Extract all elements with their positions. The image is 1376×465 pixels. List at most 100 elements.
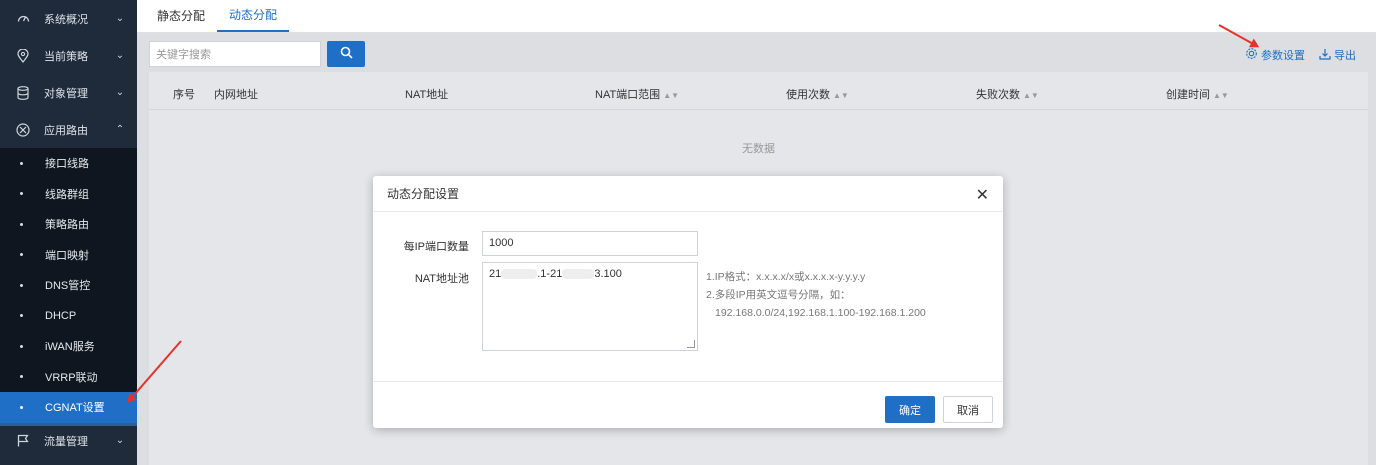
search-input[interactable]: 关键字搜索 (149, 41, 321, 67)
bullet-icon (20, 161, 23, 165)
column-header-label: 使用次数 (786, 89, 830, 101)
dynamic-allocation-dialog: 动态分配设置 ✕ 每IP端口数量 1000 NAT地址池 21 .1-21 3.10… (373, 176, 1003, 428)
route-icon (15, 122, 31, 138)
sidebar-group-label: 应用路由 (44, 124, 88, 137)
sidebar-group-traffic[interactable]: 流量管理 ⌄ (0, 426, 137, 456)
search-placeholder: 关键字搜索 (156, 49, 211, 61)
column-header-label: 创建时间 (1166, 89, 1210, 101)
sidebar-group-label: 系统概况 (44, 13, 88, 26)
params-settings-label: 参数设置 (1261, 50, 1305, 62)
sidebar-item-label: DHCP (45, 309, 77, 322)
column-header-index: 序号 (173, 89, 195, 101)
nat-pool-value-part: 21 (489, 268, 502, 280)
port-count-value: 1000 (489, 237, 514, 249)
tab-bar: 静态分配 动态分配 (137, 0, 1376, 33)
column-header-nat-port-range[interactable]: NAT端口范围 ▲▼ (595, 86, 679, 102)
sidebar-sub-list: 接口线路 线路群组 策略路由 端口映射 DNS管控 DHCP iWAN服务 VR… (0, 148, 137, 423)
sort-icon: ▲▼ (1023, 91, 1039, 100)
bullet-icon (20, 405, 23, 409)
sidebar-item-line-groups[interactable]: 线路群组 (0, 179, 137, 210)
redacted-mask (562, 269, 595, 280)
sidebar-item-label: DNS管控 (45, 280, 91, 293)
sidebar-item-policy-routing[interactable]: 策略路由 (0, 209, 137, 240)
sidebar-group-policy[interactable]: 当前策略 ⌄ (0, 37, 137, 74)
sidebar-item-dns-control[interactable]: DNS管控 (0, 270, 137, 301)
sidebar-group-overview[interactable]: 系统概况 ⌄ (0, 0, 137, 37)
column-header-created-time[interactable]: 创建时间 ▲▼ (1166, 86, 1229, 102)
sidebar-item-iwan[interactable]: iWAN服务 (0, 331, 137, 362)
sort-icon: ▲▼ (1213, 91, 1229, 100)
sidebar-group-label: 对象管理 (44, 87, 88, 100)
bullet-icon (20, 344, 23, 348)
chevron-down-icon: ⌄ (115, 13, 125, 24)
export-label: 导出 (1334, 50, 1356, 62)
flag-icon (15, 433, 31, 449)
database-icon (15, 85, 31, 101)
redacted-mask (501, 269, 538, 280)
gauge-icon (15, 11, 31, 27)
sidebar: 系统概况 ⌄ 当前策略 ⌄ 对象管理 ⌄ 应用路由 ⌃ 接口线路 线路群组 策略… (0, 0, 137, 465)
nat-pool-label: NAT地址池 (414, 273, 469, 285)
bullet-icon (20, 314, 23, 318)
sidebar-item-label: 线路群组 (45, 188, 89, 201)
bullet-icon (20, 375, 23, 379)
column-header-use-count[interactable]: 使用次数 ▲▼ (786, 86, 849, 102)
bullet-icon (20, 283, 23, 287)
chevron-down-icon: ⌄ (115, 50, 125, 61)
bullet-icon (20, 222, 23, 226)
dialog-header: 动态分配设置 ✕ (373, 176, 1003, 212)
nat-pool-textarea[interactable]: 21 .1-21 3.100 (482, 262, 698, 351)
bullet-icon (20, 253, 23, 257)
hint-line: 1.IP格式：x.x.x.x/x或x.x.x.x-y.y.y.y (706, 271, 866, 283)
column-header-label: 失败次数 (976, 89, 1020, 101)
tab-static-allocation[interactable]: 静态分配 (145, 0, 217, 32)
toolbar-links: 参数设置 导出 (1245, 47, 1356, 63)
sidebar-group-label: 当前策略 (44, 50, 88, 63)
column-header-internal-address: 内网地址 (214, 89, 258, 101)
port-count-input[interactable]: 1000 (482, 231, 698, 256)
sort-icon: ▲▼ (833, 91, 849, 100)
sidebar-item-port-mapping[interactable]: 端口映射 (0, 240, 137, 271)
toolbar: 关键字搜索 参数设置 导出 (149, 41, 1356, 67)
search-button[interactable] (327, 41, 365, 67)
sidebar-item-interface-lines[interactable]: 接口线路 (0, 148, 137, 179)
column-header-fail-count[interactable]: 失败次数 ▲▼ (976, 86, 1039, 102)
close-icon[interactable]: ✕ (976, 185, 989, 205)
nat-pool-value-part: 3.100 (594, 268, 622, 280)
nat-pool-value-part: .1-21 (537, 268, 563, 280)
tab-dynamic-allocation[interactable]: 动态分配 (217, 0, 290, 32)
column-header-label: NAT端口范围 (595, 89, 661, 101)
export-button[interactable]: 导出 (1319, 47, 1356, 63)
sidebar-group-label: 流量管理 (44, 435, 88, 448)
port-count-label: 每IP端口数量 (403, 241, 469, 253)
sidebar-item-label: 端口映射 (45, 249, 89, 262)
chevron-up-icon: ⌃ (115, 124, 125, 135)
column-header-nat-address: NAT地址 (405, 89, 449, 101)
location-pin-icon (15, 48, 31, 64)
sidebar-item-label: iWAN服务 (45, 341, 95, 354)
bullet-icon (20, 192, 23, 196)
table-header: 序号 内网地址 NAT地址 NAT端口范围 ▲▼ 使用次数 ▲▼ 失败次数 ▲▼ 创建… (149, 72, 1368, 110)
sidebar-item-cgnat[interactable]: CGNAT设置 (0, 392, 137, 423)
chevron-down-icon: ⌄ (115, 87, 125, 98)
sidebar-group-app-routing[interactable]: 应用路由 ⌃ (0, 111, 137, 148)
sidebar-item-dhcp[interactable]: DHCP (0, 301, 137, 332)
nat-pool-hint: 1.IP格式：x.x.x.x/x或x.x.x.x-y.y.y.y 2.多段IP用… (706, 268, 926, 322)
sidebar-group-objects[interactable]: 对象管理 ⌄ (0, 74, 137, 111)
dialog-title: 动态分配设置 (387, 187, 460, 201)
chevron-down-icon: ⌄ (115, 435, 125, 446)
sidebar-item-label: 策略路由 (45, 219, 89, 232)
sidebar-item-label: CGNAT设置 (45, 402, 105, 415)
hint-line: 192.168.0.0/24,192.168.1.100-192.168.1.2… (715, 307, 926, 319)
sort-icon: ▲▼ (663, 91, 680, 100)
sidebar-item-label: VRRP联动 (45, 371, 98, 384)
search-icon (340, 46, 353, 62)
confirm-button[interactable]: 确定 (885, 396, 935, 423)
sidebar-item-vrrp[interactable]: VRRP联动 (0, 362, 137, 393)
resize-handle-icon[interactable] (687, 340, 695, 348)
cancel-button[interactable]: 取消 (943, 396, 993, 423)
dialog-footer: 确定 取消 (373, 381, 1003, 428)
hint-line: 2.多段IP用英文逗号分隔，如： (706, 289, 851, 301)
sidebar-item-label: 接口线路 (45, 158, 89, 171)
download-icon (1319, 48, 1331, 63)
